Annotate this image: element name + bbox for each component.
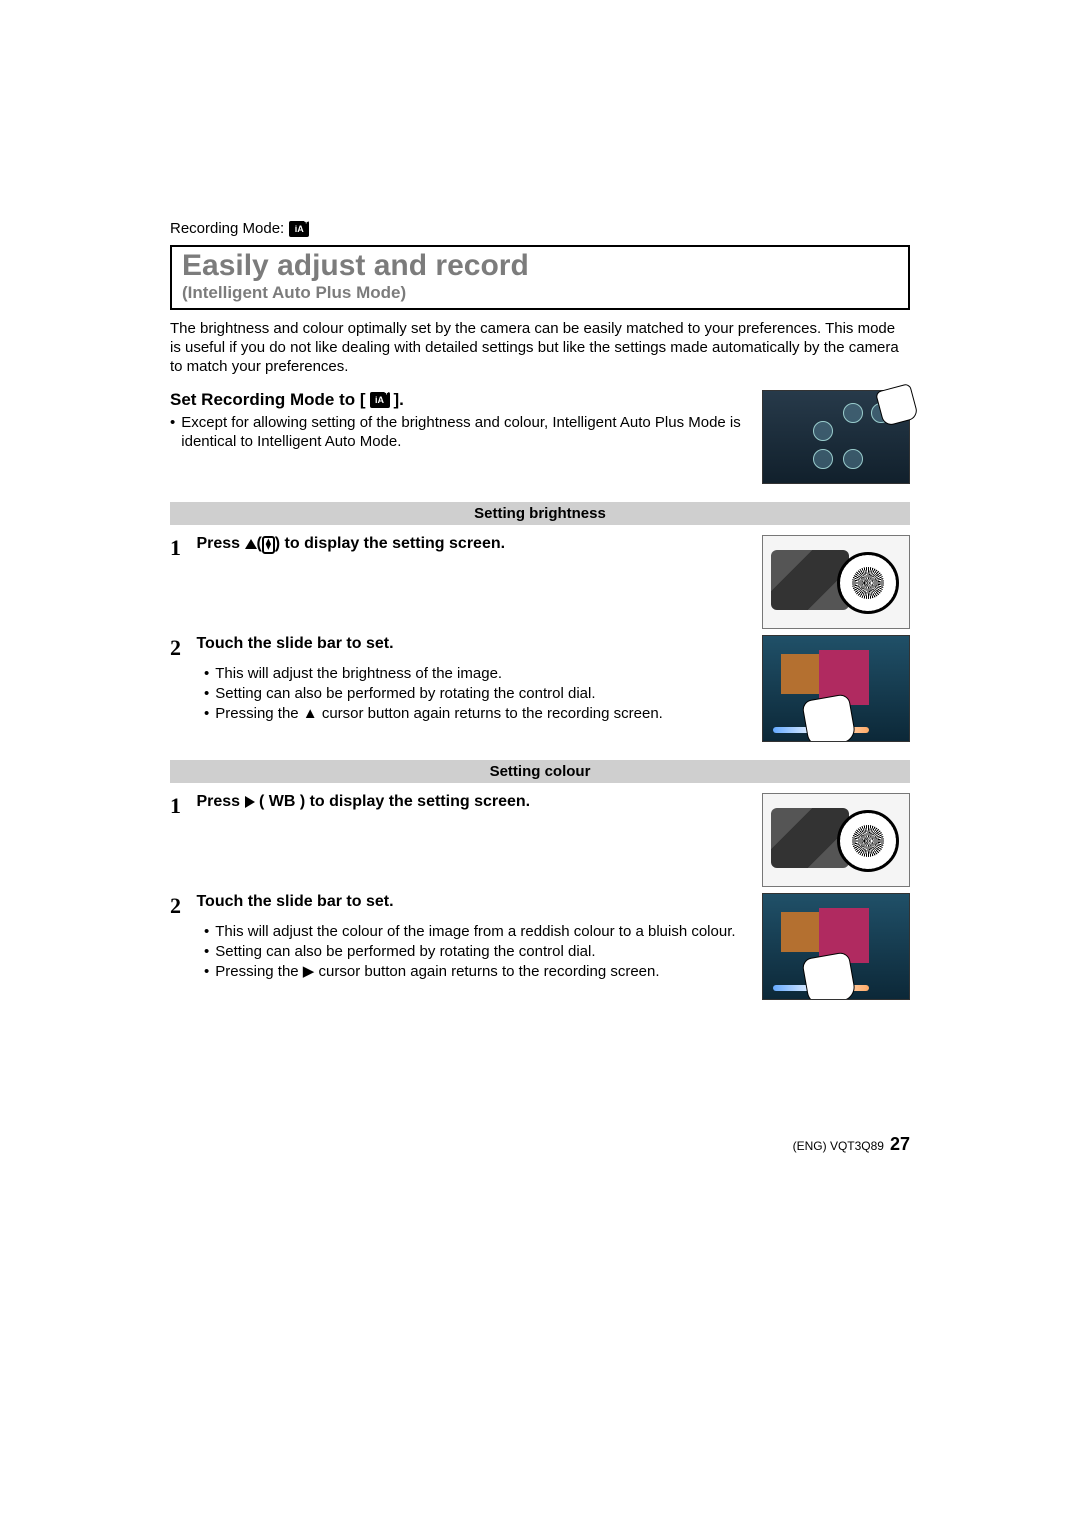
page-title: Easily adjust and record	[182, 249, 898, 284]
page-content: Recording Mode: iA+ Easily adjust and re…	[170, 220, 910, 1006]
up-triangle-icon	[245, 539, 257, 549]
set-mode-section: Set Recording Mode to [ iA+ ]. •Except f…	[170, 390, 910, 484]
step-bullets: •This will adjust the colour of the imag…	[204, 923, 750, 981]
step-title: Press (⧫) to display the setting screen.	[196, 535, 505, 552]
recording-mode-line: Recording Mode: iA+	[170, 220, 910, 237]
camera-dial-illustration	[762, 535, 910, 629]
step-number: 2	[170, 635, 192, 661]
step-title: Touch the slide bar to set.	[196, 893, 393, 910]
brightness-section-bar: Setting brightness	[170, 502, 910, 525]
page-number: 27	[890, 1134, 910, 1155]
page-subtitle: (Intelligent Auto Plus Mode)	[182, 284, 898, 303]
title-box: Easily adjust and record (Intelligent Au…	[170, 245, 910, 310]
brightness-step-2: 2 Touch the slide bar to set. •This will…	[170, 635, 910, 742]
set-mode-heading: Set Recording Mode to [ iA+ ].	[170, 390, 750, 410]
intro-paragraph: The brightness and colour optimally set …	[170, 320, 910, 376]
camera-dial-illustration	[762, 793, 910, 887]
step-number: 2	[170, 893, 192, 919]
recording-mode-label: Recording Mode:	[170, 220, 284, 237]
step-number: 1	[170, 535, 192, 561]
wb-icon: WB	[269, 793, 296, 810]
pointing-hand-icon	[801, 694, 857, 743]
mode-select-screenshot	[762, 390, 910, 484]
step-bullets: •This will adjust the brightness of the …	[204, 665, 750, 723]
colour-step-2: 2 Touch the slide bar to set. •This will…	[170, 893, 910, 1000]
ia-plus-mode-icon: iA+	[370, 392, 390, 408]
set-mode-note: •Except for allowing setting of the brig…	[170, 414, 750, 452]
colour-section-bar: Setting colour	[170, 760, 910, 783]
step-title: Touch the slide bar to set.	[196, 635, 393, 652]
ia-plus-mode-icon: iA+	[289, 221, 309, 237]
step-number: 1	[170, 793, 192, 819]
colour-step-1: 1 Press ( WB ) to display the setting sc…	[170, 793, 910, 887]
pointing-hand-icon	[801, 952, 857, 1001]
right-triangle-icon	[245, 796, 255, 808]
step-title: Press ( WB ) to display the setting scre…	[196, 793, 530, 810]
colour-touch-screenshot	[762, 893, 910, 1000]
exposure-comp-icon: ⧫	[262, 536, 275, 554]
doc-code: (ENG) VQT3Q89	[793, 1139, 884, 1153]
brightness-step-1: 1 Press (⧫) to display the setting scree…	[170, 535, 910, 629]
brightness-touch-screenshot	[762, 635, 910, 742]
page-footer: (ENG) VQT3Q89 27	[793, 1134, 910, 1155]
